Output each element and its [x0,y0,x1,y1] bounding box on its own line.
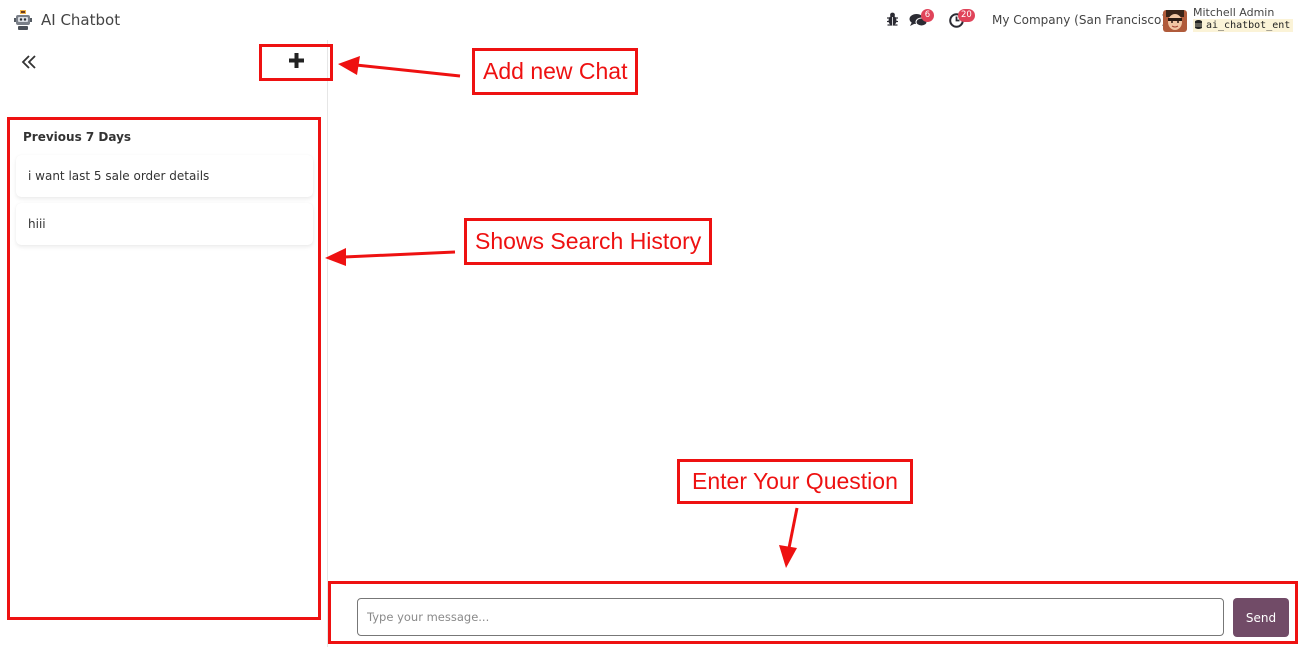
database-name: ai_chatbot_ent [1206,20,1291,31]
database-icon [1195,20,1202,29]
sidebar-divider [327,40,328,647]
messages-badge: 6 [921,9,934,22]
robot-icon[interactable] [13,10,33,30]
arrow-to-history [325,248,456,266]
top-navbar: AI Chatbot 6 20 My Company (San Francisc… [0,0,1313,40]
question-callout: Enter Your Question [677,459,913,504]
arrow-to-new-chat [338,56,461,78]
composer-highlight [328,581,1298,644]
activities-badge: 20 [958,9,975,22]
avatar[interactable] [1163,10,1187,32]
add-chat-callout: Add new Chat [472,48,639,95]
user-name[interactable]: Mitchell Admin [1193,6,1274,19]
new-chat-highlight [259,44,333,81]
arrow-to-composer [779,507,799,568]
company-switcher[interactable]: My Company (San Francisco) [992,13,1166,27]
history-highlight [7,117,321,620]
bug-icon[interactable] [886,12,899,26]
double-chevron-left-icon[interactable] [20,52,40,72]
history-callout: Shows Search History [464,218,713,265]
app-title: AI Chatbot [41,11,121,29]
database-badge: ai_chatbot_ent [1193,19,1294,32]
app-root: AI Chatbot 6 20 My Company (San Francisc… [0,0,1313,647]
